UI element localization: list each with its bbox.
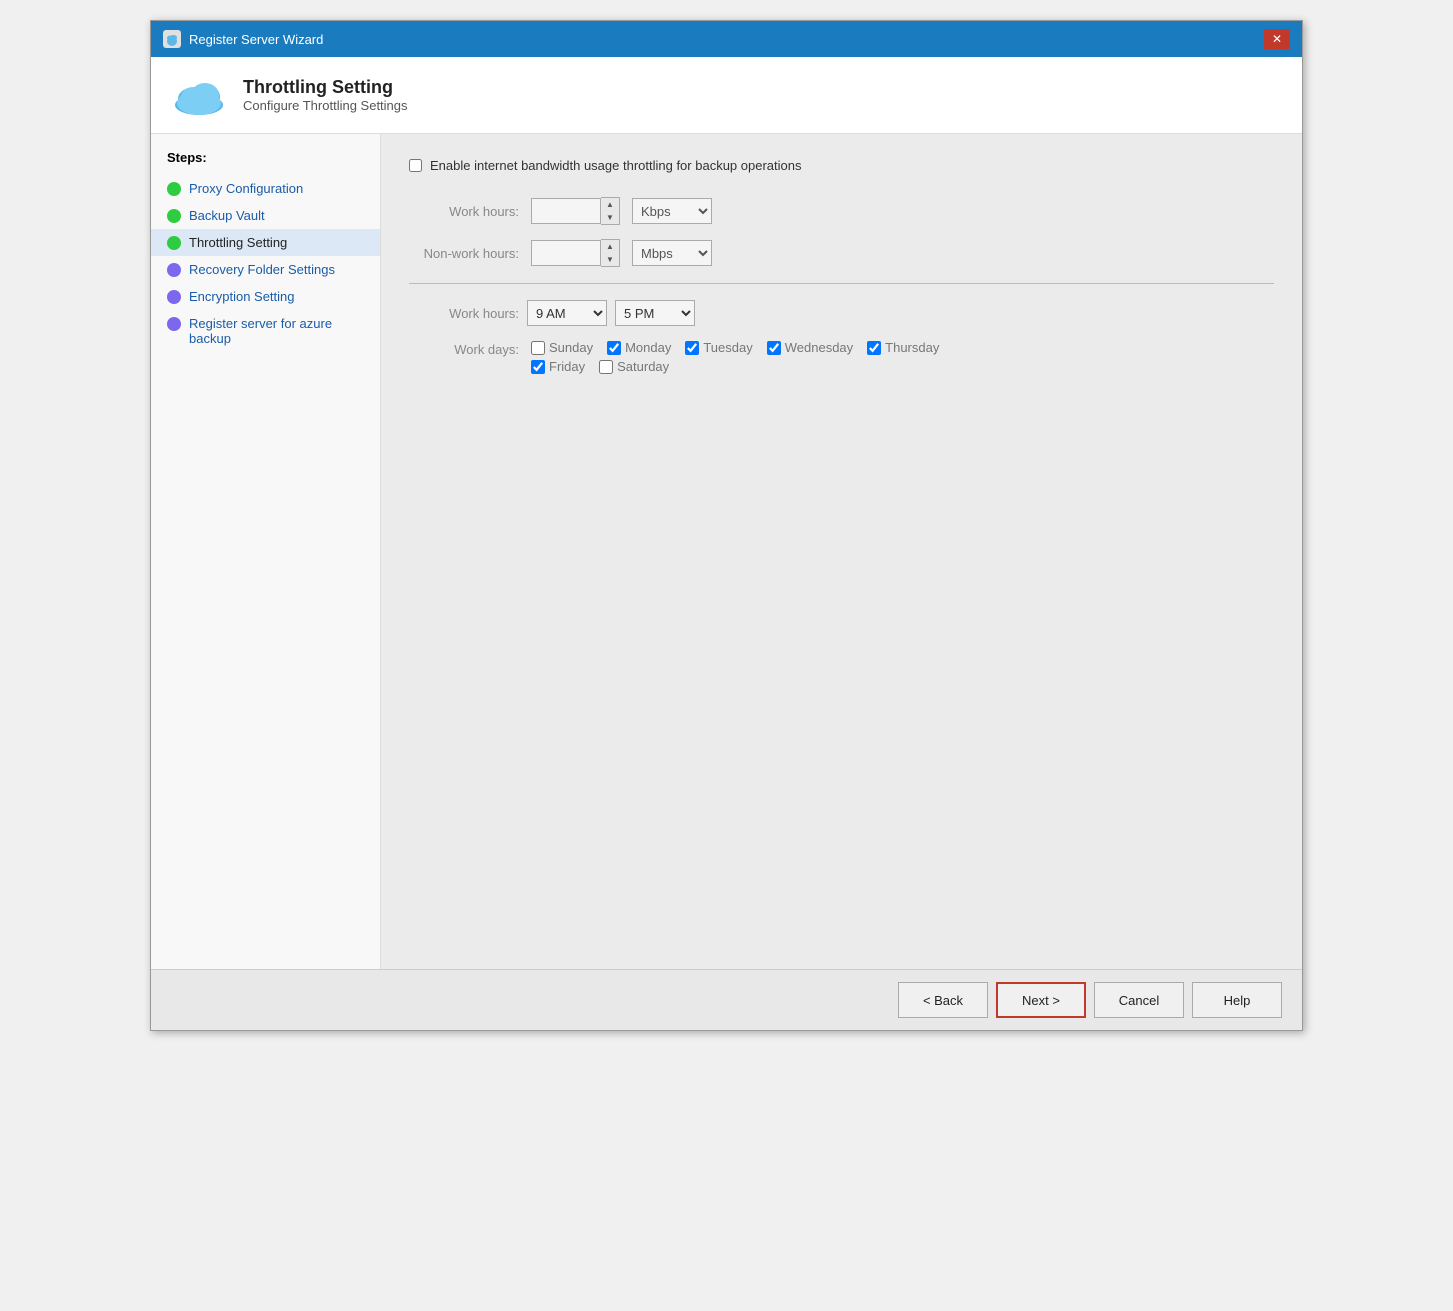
sidebar-item-proxy-config[interactable]: Proxy Configuration xyxy=(151,175,380,202)
non-work-hours-spinbox-btns: ▲ ▼ xyxy=(601,239,620,267)
sidebar-item-recovery-folder[interactable]: Recovery Folder Settings xyxy=(151,256,380,283)
dot-throttling xyxy=(167,236,181,250)
work-hours-down-btn[interactable]: ▼ xyxy=(601,211,619,224)
dot-backup-vault xyxy=(167,209,181,223)
cloud-icon xyxy=(171,73,227,117)
enable-throttling-row: Enable internet bandwidth usage throttli… xyxy=(409,158,1274,173)
work-hours-start-select[interactable]: 9 AM 8 AM 10 AM xyxy=(527,300,607,326)
title-bar-icon xyxy=(163,30,181,48)
day-thursday: Thursday xyxy=(867,340,939,355)
enable-throttling-checkbox[interactable] xyxy=(409,159,422,172)
work-hours-spinbox-btns: ▲ ▼ xyxy=(601,197,620,225)
monday-label: Monday xyxy=(625,340,671,355)
dot-register-server xyxy=(167,317,181,331)
sidebar-item-encryption[interactable]: Encryption Setting xyxy=(151,283,380,310)
sidebar-label-recovery-folder: Recovery Folder Settings xyxy=(189,262,335,277)
back-button[interactable]: < Back xyxy=(898,982,988,1018)
dot-encryption xyxy=(167,290,181,304)
day-monday: Monday xyxy=(607,340,671,355)
sidebar-item-register-server[interactable]: Register server for azure backup xyxy=(151,310,380,352)
saturday-checkbox[interactable] xyxy=(599,360,613,374)
page-title: Throttling Setting xyxy=(243,77,408,98)
sidebar-label-throttling: Throttling Setting xyxy=(189,235,287,250)
work-hours-time-row: Work hours: 9 AM 8 AM 10 AM 5 PM 4 PM 6 … xyxy=(409,300,1274,326)
friday-checkbox[interactable] xyxy=(531,360,545,374)
non-work-hours-down-btn[interactable]: ▼ xyxy=(601,253,619,266)
wednesday-checkbox[interactable] xyxy=(767,341,781,355)
sidebar-label-encryption: Encryption Setting xyxy=(189,289,295,304)
sidebar: Steps: Proxy Configuration Backup Vault … xyxy=(151,134,381,969)
title-bar-text: Register Server Wizard xyxy=(189,32,1256,47)
day-wednesday: Wednesday xyxy=(767,340,853,355)
monday-checkbox[interactable] xyxy=(607,341,621,355)
day-friday: Friday xyxy=(531,359,585,374)
sidebar-label-register-server: Register server for azure backup xyxy=(189,316,364,346)
header-section: Throttling Setting Configure Throttling … xyxy=(151,57,1302,134)
footer: < Back Next > Cancel Help xyxy=(151,969,1302,1030)
day-tuesday: Tuesday xyxy=(685,340,752,355)
work-hours-rate-label: Work hours: xyxy=(409,204,519,219)
enable-throttling-label: Enable internet bandwidth usage throttli… xyxy=(430,158,801,173)
tuesday-checkbox[interactable] xyxy=(685,341,699,355)
work-hours-spinbox: 256.0 ▲ ▼ xyxy=(531,197,620,225)
saturday-label: Saturday xyxy=(617,359,669,374)
close-button[interactable]: ✕ xyxy=(1264,29,1290,49)
dot-recovery-folder xyxy=(167,263,181,277)
main-content: Enable internet bandwidth usage throttli… xyxy=(381,134,1302,969)
day-saturday: Saturday xyxy=(599,359,669,374)
non-work-hours-spinbox: 1023.0 ▲ ▼ xyxy=(531,239,620,267)
wednesday-label: Wednesday xyxy=(785,340,853,355)
non-work-hours-input[interactable]: 1023.0 xyxy=(531,240,601,266)
non-work-hours-unit-select[interactable]: Kbps Mbps xyxy=(632,240,712,266)
work-hours-time-label: Work hours: xyxy=(409,306,519,321)
non-work-hours-up-btn[interactable]: ▲ xyxy=(601,240,619,253)
work-days-row: Work days: Sunday Monday Tue xyxy=(409,340,1274,374)
title-bar: Register Server Wizard ✕ xyxy=(151,21,1302,57)
sunday-label: Sunday xyxy=(549,340,593,355)
content-area: Steps: Proxy Configuration Backup Vault … xyxy=(151,134,1302,969)
sidebar-item-backup-vault[interactable]: Backup Vault xyxy=(151,202,380,229)
work-days-label: Work days: xyxy=(409,342,519,357)
day-sunday: Sunday xyxy=(531,340,593,355)
work-hours-unit-select[interactable]: Kbps Mbps xyxy=(632,198,712,224)
work-hours-up-btn[interactable]: ▲ xyxy=(601,198,619,211)
days-grid: Sunday Monday Tuesday Wednesday xyxy=(531,340,939,374)
sidebar-item-throttling[interactable]: Throttling Setting xyxy=(151,229,380,256)
cancel-button[interactable]: Cancel xyxy=(1094,982,1184,1018)
work-hours-rate-row: Work hours: 256.0 ▲ ▼ Kbps Mbps xyxy=(409,197,1274,225)
work-hours-end-select[interactable]: 5 PM 4 PM 6 PM xyxy=(615,300,695,326)
days-row-2: Friday Saturday xyxy=(531,359,939,374)
sidebar-steps-label: Steps: xyxy=(151,150,380,175)
wizard-window: Register Server Wizard ✕ Throttling Sett… xyxy=(150,20,1303,1031)
divider xyxy=(409,283,1274,284)
sidebar-label-backup-vault: Backup Vault xyxy=(189,208,265,223)
friday-label: Friday xyxy=(549,359,585,374)
thursday-label: Thursday xyxy=(885,340,939,355)
dot-proxy-config xyxy=(167,182,181,196)
sidebar-label-proxy-config: Proxy Configuration xyxy=(189,181,303,196)
non-work-hours-rate-label: Non-work hours: xyxy=(409,246,519,261)
tuesday-label: Tuesday xyxy=(703,340,752,355)
sunday-checkbox[interactable] xyxy=(531,341,545,355)
work-hours-input[interactable]: 256.0 xyxy=(531,198,601,224)
help-button[interactable]: Help xyxy=(1192,982,1282,1018)
thursday-checkbox[interactable] xyxy=(867,341,881,355)
header-text: Throttling Setting Configure Throttling … xyxy=(243,77,408,113)
non-work-hours-rate-row: Non-work hours: 1023.0 ▲ ▼ Kbps Mbps xyxy=(409,239,1274,267)
days-row-1: Sunday Monday Tuesday Wednesday xyxy=(531,340,939,355)
page-subtitle: Configure Throttling Settings xyxy=(243,98,408,113)
next-button[interactable]: Next > xyxy=(996,982,1086,1018)
